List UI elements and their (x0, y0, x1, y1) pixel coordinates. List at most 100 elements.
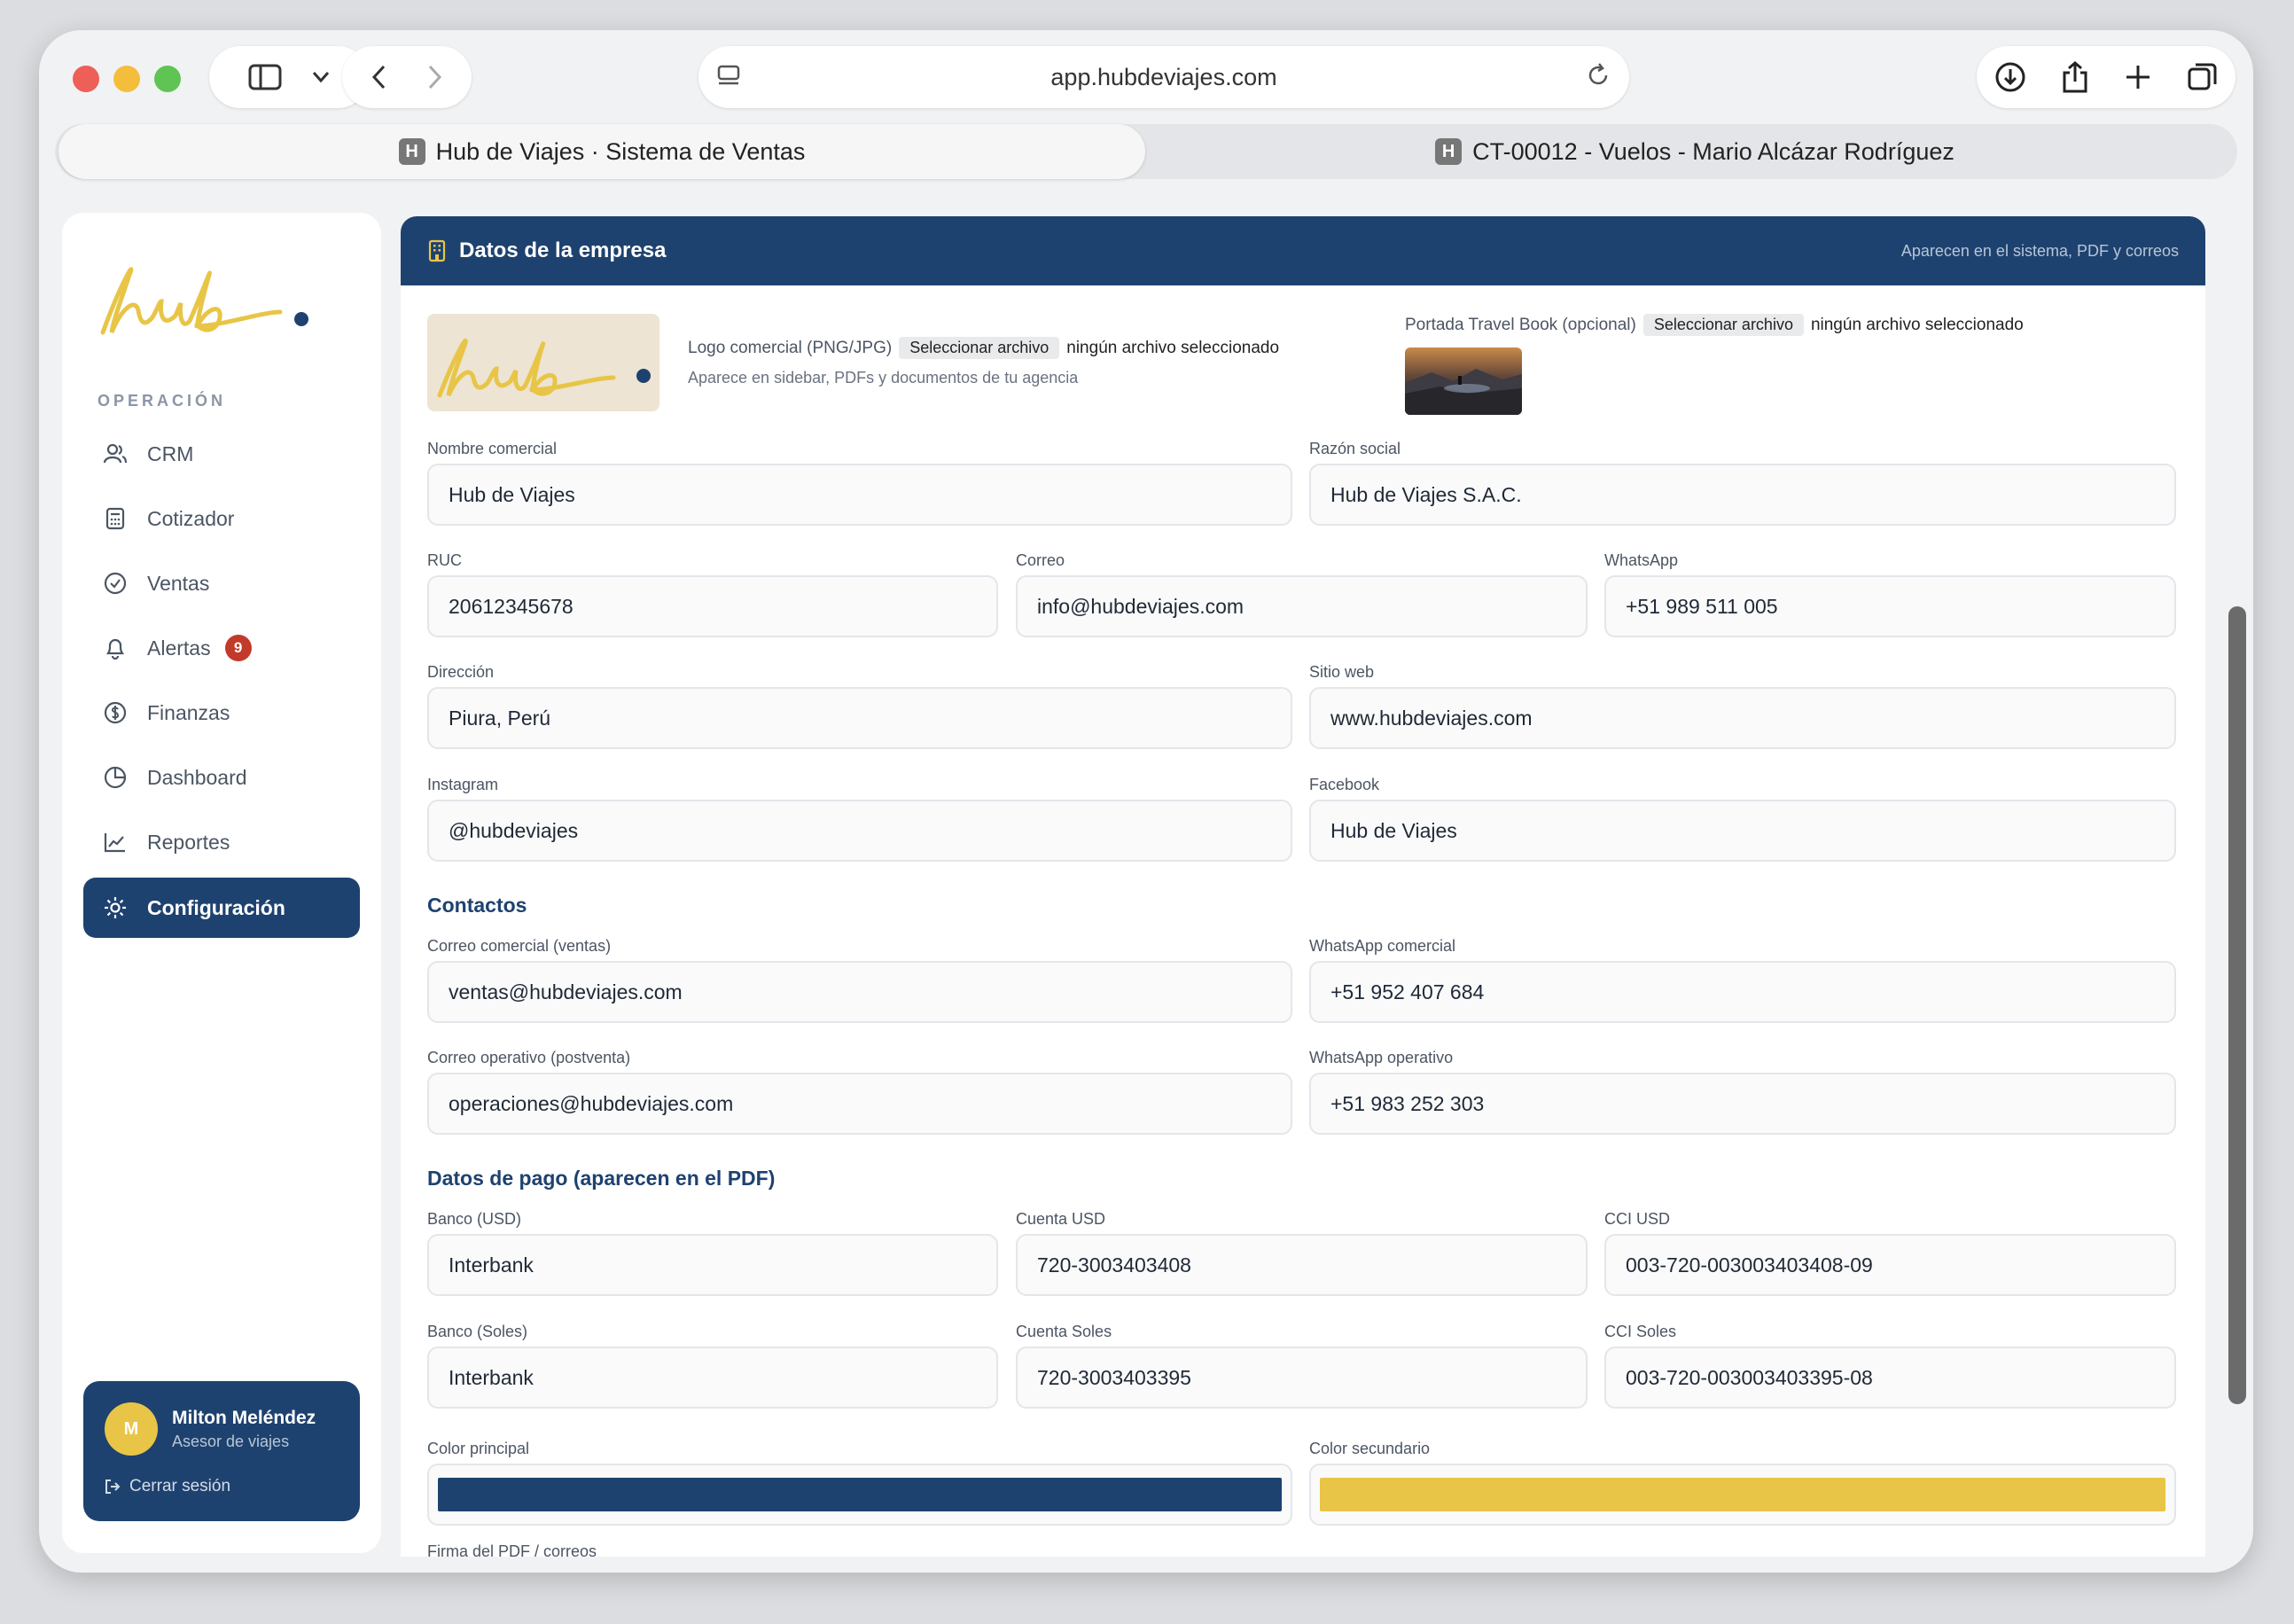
sidebar-item-configuracion[interactable]: Configuración (83, 878, 360, 938)
logo-file-button[interactable]: Seleccionar archivo (899, 337, 1060, 359)
logo-label: Logo comercial (PNG/JPG) (688, 338, 893, 357)
tab-label: CT-00012 - Vuelos - Mario Alcázar Rodríg… (1472, 137, 1955, 165)
whatsapp-label: WhatsApp (1604, 551, 1679, 569)
sidebar-icon[interactable] (248, 64, 282, 90)
banco-soles-label: Banco (Soles) (427, 1323, 528, 1340)
cover-file-button[interactable]: Seleccionar archivo (1642, 314, 1804, 336)
browser-window: app.hubdeviajes.com H Hub de Viajes · Si… (39, 30, 2253, 1573)
correo-label: Correo (1016, 551, 1065, 569)
logout-link[interactable]: Cerrar sesión (105, 1477, 230, 1496)
sidebar-item-cotizador[interactable]: Cotizador (83, 488, 360, 549)
cci-soles-input[interactable]: 003-720-003003403395-08 (1604, 1347, 2176, 1409)
bell-icon (101, 636, 129, 660)
user-name: Milton Meléndez (172, 1408, 316, 1428)
facebook-label: Facebook (1309, 776, 1380, 793)
share-icon[interactable] (2061, 60, 2089, 94)
sidebar-item-label: Finanzas (147, 700, 230, 724)
facebook-input[interactable]: Hub de Viajes (1309, 800, 2176, 862)
banco-usd-label: Banco (USD) (427, 1210, 522, 1228)
banco-usd-input[interactable]: Interbank (427, 1234, 998, 1296)
logo-hint: Aparece en sidebar, PDFs y documentos de… (688, 369, 1079, 386)
forward-icon[interactable] (428, 65, 442, 90)
panel-header: Datos de la empresa Aparecen en el siste… (401, 216, 2205, 285)
new-tab-icon[interactable] (2124, 63, 2152, 91)
line-chart-icon (101, 832, 129, 853)
user-role: Asesor de viajes (172, 1433, 290, 1450)
minimize-button[interactable] (113, 66, 140, 92)
hub-logo-icon (100, 267, 308, 335)
whatsapp-operativo-input[interactable]: +51 983 252 303 (1309, 1073, 2176, 1135)
company-settings-panel: Datos de la empresa Aparecen en el siste… (401, 216, 2205, 1557)
back-icon[interactable] (371, 65, 386, 90)
whatsapp-input[interactable]: +51 989 511 005 (1604, 575, 2176, 637)
section-label: OPERACIÓN (98, 392, 227, 410)
instagram-label: Instagram (427, 776, 499, 793)
sidebar-item-crm[interactable]: CRM (83, 424, 360, 484)
tab-inactive[interactable]: H CT-00012 - Vuelos - Mario Alcázar Rodr… (1154, 124, 2235, 179)
sidebar-item-reportes[interactable]: Reportes (83, 812, 360, 872)
cover-preview (1405, 347, 1522, 415)
direccion-input[interactable]: Piura, Perú (427, 687, 1292, 749)
tab-active[interactable]: H Hub de Viajes · Sistema de Ventas (59, 124, 1145, 179)
cci-usd-input[interactable]: 003-720-003003403408-09 (1604, 1234, 2176, 1296)
tab-label: Hub de Viajes · Sistema de Ventas (435, 137, 806, 165)
correo-operativo-label: Correo operativo (postventa) (427, 1049, 631, 1066)
sidebar-item-label: Cotizador (147, 506, 235, 530)
panel-title: Datos de la empresa (459, 238, 667, 262)
color-secundario-picker[interactable] (1309, 1464, 2176, 1526)
sidebar-item-alertas[interactable]: Alertas 9 (83, 618, 360, 678)
zoom-button[interactable] (154, 66, 181, 92)
tab-overview-icon[interactable] (2187, 61, 2219, 93)
building-icon (428, 239, 446, 262)
razon-label: Razón social (1309, 440, 1401, 457)
logout-icon (105, 1480, 121, 1494)
hub-logo-icon (437, 338, 651, 398)
payment-heading: Datos de pago (aparecen en el PDF) (427, 1167, 776, 1190)
close-button[interactable] (73, 66, 99, 92)
sidebar-item-label: Reportes (147, 830, 230, 854)
logout-label: Cerrar sesión (129, 1477, 231, 1495)
download-icon[interactable] (1994, 61, 2026, 93)
color-principal-picker[interactable] (427, 1464, 1292, 1526)
favicon-icon: H (1435, 138, 1463, 165)
instagram-input[interactable]: @hubdeviajes (427, 800, 1292, 862)
avatar: M (105, 1402, 158, 1456)
calculator-icon (101, 507, 129, 530)
address-bar[interactable]: app.hubdeviajes.com (698, 46, 1629, 108)
cuenta-usd-input[interactable]: 720-3003403408 (1016, 1234, 1588, 1296)
page-menu-icon[interactable] (716, 64, 741, 89)
scrollbar-thumb[interactable] (2228, 606, 2246, 1404)
razon-social-input[interactable]: Hub de Viajes S.A.C. (1309, 464, 2176, 526)
correo-input[interactable]: info@hubdeviajes.com (1016, 575, 1588, 637)
reload-icon[interactable] (1585, 62, 1611, 89)
color-principal-label: Color principal (427, 1440, 530, 1457)
color-secundario-swatch (1320, 1478, 2165, 1511)
tab-bar: H Hub de Viajes · Sistema de Ventas H CT… (55, 124, 2237, 179)
contacts-heading: Contactos (427, 894, 527, 917)
correo-comercial-input[interactable]: ventas@hubdeviajes.com (427, 961, 1292, 1023)
cuenta-usd-label: Cuenta USD (1016, 1210, 1106, 1228)
chevron-down-icon[interactable] (312, 71, 330, 83)
ruc-input[interactable]: 20612345678 (427, 575, 998, 637)
correo-comercial-label: Correo comercial (ventas) (427, 937, 612, 955)
sidebar-item-ventas[interactable]: Ventas (83, 553, 360, 613)
correo-operativo-input[interactable]: operaciones@hubdeviajes.com (427, 1073, 1292, 1135)
cuenta-soles-input[interactable]: 720-3003403395 (1016, 1347, 1588, 1409)
direccion-label: Dirección (427, 663, 495, 681)
sidebar-item-label: Configuración (147, 895, 285, 919)
sitio-web-input[interactable]: www.hubdeviajes.com (1309, 687, 2176, 749)
cuenta-soles-label: Cuenta Soles (1016, 1323, 1112, 1340)
sidebar-item-finanzas[interactable]: Finanzas (83, 683, 360, 743)
whatsapp-operativo-label: WhatsApp operativo (1309, 1049, 1454, 1066)
mountain-photo-icon (1405, 369, 1522, 415)
whatsapp-comercial-input[interactable]: +51 952 407 684 (1309, 961, 2176, 1023)
nombre-label: Nombre comercial (427, 440, 558, 457)
logo-preview (427, 314, 659, 411)
banco-soles-input[interactable]: Interbank (427, 1347, 998, 1409)
nombre-comercial-input[interactable]: Hub de Viajes (427, 464, 1292, 526)
sidebar-item-label: Ventas (147, 571, 210, 595)
sidebar-item-dashboard[interactable]: Dashboard (83, 747, 360, 808)
ruc-label: RUC (427, 551, 462, 569)
sidebar-item-label: CRM (147, 441, 194, 465)
dollar-icon (101, 701, 129, 724)
